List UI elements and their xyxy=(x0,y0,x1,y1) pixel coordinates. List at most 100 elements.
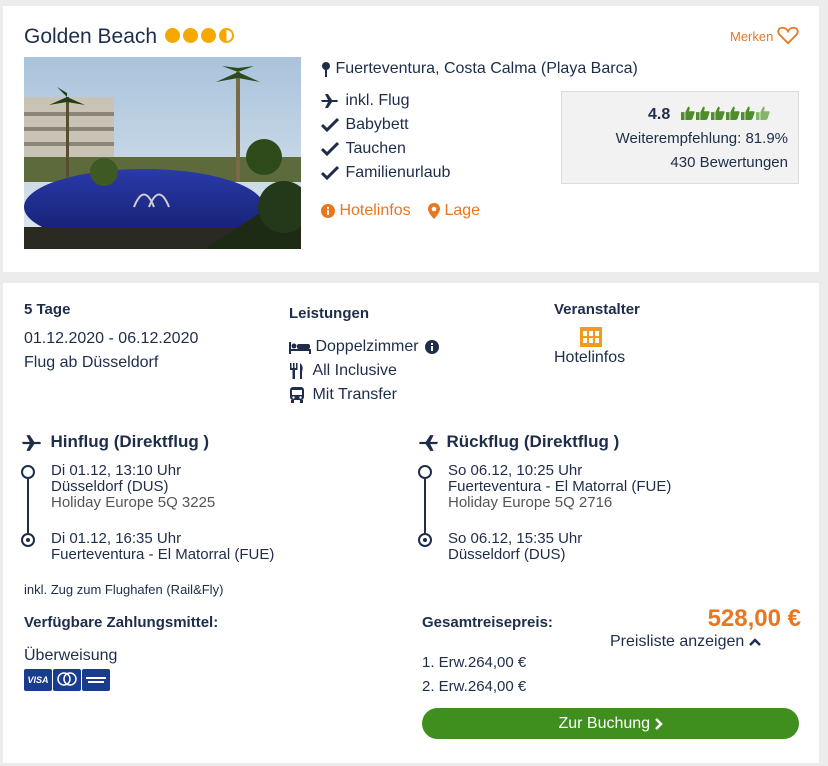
info-icon[interactable] xyxy=(425,339,440,354)
mastercard-icon xyxy=(53,669,81,691)
timeline-end-dot xyxy=(418,533,432,547)
book-button-label[interactable]: Zur Buchung xyxy=(558,715,650,732)
operator-hotelinfos-link[interactable]: Hotelinfos xyxy=(554,349,625,367)
service-label: All Inclusive xyxy=(312,362,397,379)
return-arr-airport: Düsseldorf (DUS) xyxy=(448,546,566,563)
outbound-airline: Holiday Europe 5Q 3225 xyxy=(51,494,216,511)
book-button[interactable]: Zur Buchung xyxy=(422,708,799,739)
thumbs-up-icon xyxy=(756,106,770,120)
plane-icon xyxy=(21,434,41,451)
lage-link[interactable]: Lage xyxy=(428,202,480,220)
outbound-departure: Di 01.12, 13:10 Uhr Düsseldorf (DUS) Hol… xyxy=(51,463,215,511)
outbound-arr-time: Di 01.12, 16:35 Uhr xyxy=(51,530,182,547)
outbound-dep-airport: Düsseldorf (DUS) xyxy=(51,478,169,495)
heart-icon[interactable] xyxy=(777,25,799,45)
feature-label: Babybett xyxy=(345,116,409,133)
chevron-up-icon[interactable] xyxy=(748,637,761,647)
map-marker-icon xyxy=(322,61,330,77)
total-price: 528,00 € xyxy=(707,605,801,632)
pricelist-label[interactable]: Preisliste anzeigen xyxy=(610,633,744,650)
timeline-line xyxy=(27,479,29,533)
recommendation-text: Weiterempfehlung: 81.9% xyxy=(615,130,788,147)
feature-label: inkl. Flug xyxy=(345,92,410,109)
cutlery-icon xyxy=(290,362,303,379)
outbound-dep-time: Di 01.12, 13:10 Uhr xyxy=(51,462,182,479)
outbound-title: Hinflug (Direktflug ) xyxy=(50,432,210,451)
payment-method: Überweisung xyxy=(24,647,118,664)
merken-label[interactable]: Merken xyxy=(730,29,773,44)
feature-label: Familienurlaub xyxy=(345,164,451,181)
rail-fly-note: inkl. Zug zum Flughafen (Rail&Fly) xyxy=(24,582,224,597)
amex-icon xyxy=(82,669,110,691)
trip-dates: 01.12.2020 - 06.12.2020 xyxy=(24,330,199,347)
half-star-icon xyxy=(219,28,234,44)
timeline-end-dot xyxy=(21,533,35,547)
operator-title: Veranstalter xyxy=(554,301,640,318)
hotel-stars xyxy=(165,27,237,45)
hotel-card: Golden Beach Merken Fuerteventura, Costa… xyxy=(3,6,819,272)
return-dep-time: So 06.12, 10:25 Uhr xyxy=(448,462,583,479)
timeline-start-dot xyxy=(418,465,432,479)
hotelinfos-link[interactable]: Hotelinfos xyxy=(321,202,411,220)
visa-label: VISA xyxy=(27,675,49,685)
service-transfer: Mit Transfer xyxy=(289,386,397,404)
pool-image xyxy=(24,57,301,249)
rating-score: 4.8 xyxy=(648,106,671,123)
plane-icon xyxy=(419,434,439,451)
star-icon xyxy=(165,28,180,44)
rating-thumbs xyxy=(680,104,770,122)
merken-button[interactable]: Merken xyxy=(730,26,799,45)
return-arr-time: So 06.12, 15:35 Uhr xyxy=(448,530,583,547)
return-airline: Holiday Europe 5Q 2716 xyxy=(448,494,613,511)
hotel-name[interactable]: Golden Beach xyxy=(24,25,157,49)
map-marker-icon xyxy=(428,202,440,219)
return-title: Rückflug (Direktflug ) xyxy=(446,432,620,451)
timeline-line xyxy=(424,479,426,533)
service-room: Doppelzimmer xyxy=(289,338,440,356)
mastercard-logo xyxy=(57,672,77,686)
star-icon xyxy=(201,28,216,44)
thumbs-up-icon xyxy=(696,106,710,120)
return-header: Rückflug (Direktflug ) xyxy=(417,432,619,452)
hotel-photo[interactable] xyxy=(24,57,301,249)
hotel-location: Fuerteventura, Costa Calma (Playa Barca) xyxy=(321,60,638,78)
thumbs-up-icon xyxy=(681,106,695,120)
service-label: Doppelzimmer xyxy=(315,338,419,355)
return-dep-airport: Fuerteventura - El Matorral (FUE) xyxy=(448,478,672,495)
rating-box[interactable]: 4.8 Weiterempfehlung: 81.9% 430 Bewertun… xyxy=(561,91,799,184)
services-title: Leistungen xyxy=(289,305,370,322)
trip-duration: 5 Tage xyxy=(24,301,71,318)
hotelinfos-label[interactable]: Hotelinfos xyxy=(339,202,410,219)
price-line: 2. Erw.264,00 € xyxy=(422,678,527,695)
feature-label: Tauchen xyxy=(345,140,406,157)
price-title: Gesamtreisepreis: xyxy=(422,614,553,631)
timeline-start-dot xyxy=(21,465,35,479)
feature-item: Familienurlaub xyxy=(321,164,450,182)
chevron-right-icon[interactable] xyxy=(654,717,663,730)
outbound-arrival: Di 01.12, 16:35 Uhr Fuerteventura - El M… xyxy=(51,531,274,563)
check-icon xyxy=(321,141,339,156)
offer-card: 5 Tage 01.12.2020 - 06.12.2020 Flug ab D… xyxy=(3,283,819,763)
lage-label[interactable]: Lage xyxy=(444,202,480,219)
visa-icon: VISA xyxy=(24,669,52,691)
thumbs-up-icon xyxy=(726,106,740,120)
bus-icon xyxy=(290,386,304,403)
bed-icon xyxy=(289,341,311,354)
feature-item: Babybett xyxy=(321,116,409,134)
return-departure: So 06.12, 10:25 Uhr Fuerteventura - El M… xyxy=(448,463,671,511)
pricelist-toggle[interactable]: Preisliste anzeigen xyxy=(610,633,761,651)
operator-logo-icon xyxy=(580,327,602,347)
info-icon xyxy=(321,203,335,218)
check-icon xyxy=(321,117,339,132)
thumbs-up-icon xyxy=(741,106,755,120)
amex-logo xyxy=(86,677,106,683)
feature-flight: inkl. Flug xyxy=(321,92,409,110)
outbound-header: Hinflug (Direktflug ) xyxy=(21,432,209,452)
service-label: Mit Transfer xyxy=(312,386,397,403)
outbound-arr-airport: Fuerteventura - El Matorral (FUE) xyxy=(51,546,275,563)
payment-title: Verfügbare Zahlungsmittel: xyxy=(24,614,219,631)
review-count[interactable]: 430 Bewertungen xyxy=(670,154,788,171)
star-icon xyxy=(183,28,198,44)
service-board: All Inclusive xyxy=(289,362,397,380)
feature-item: Tauchen xyxy=(321,140,406,158)
